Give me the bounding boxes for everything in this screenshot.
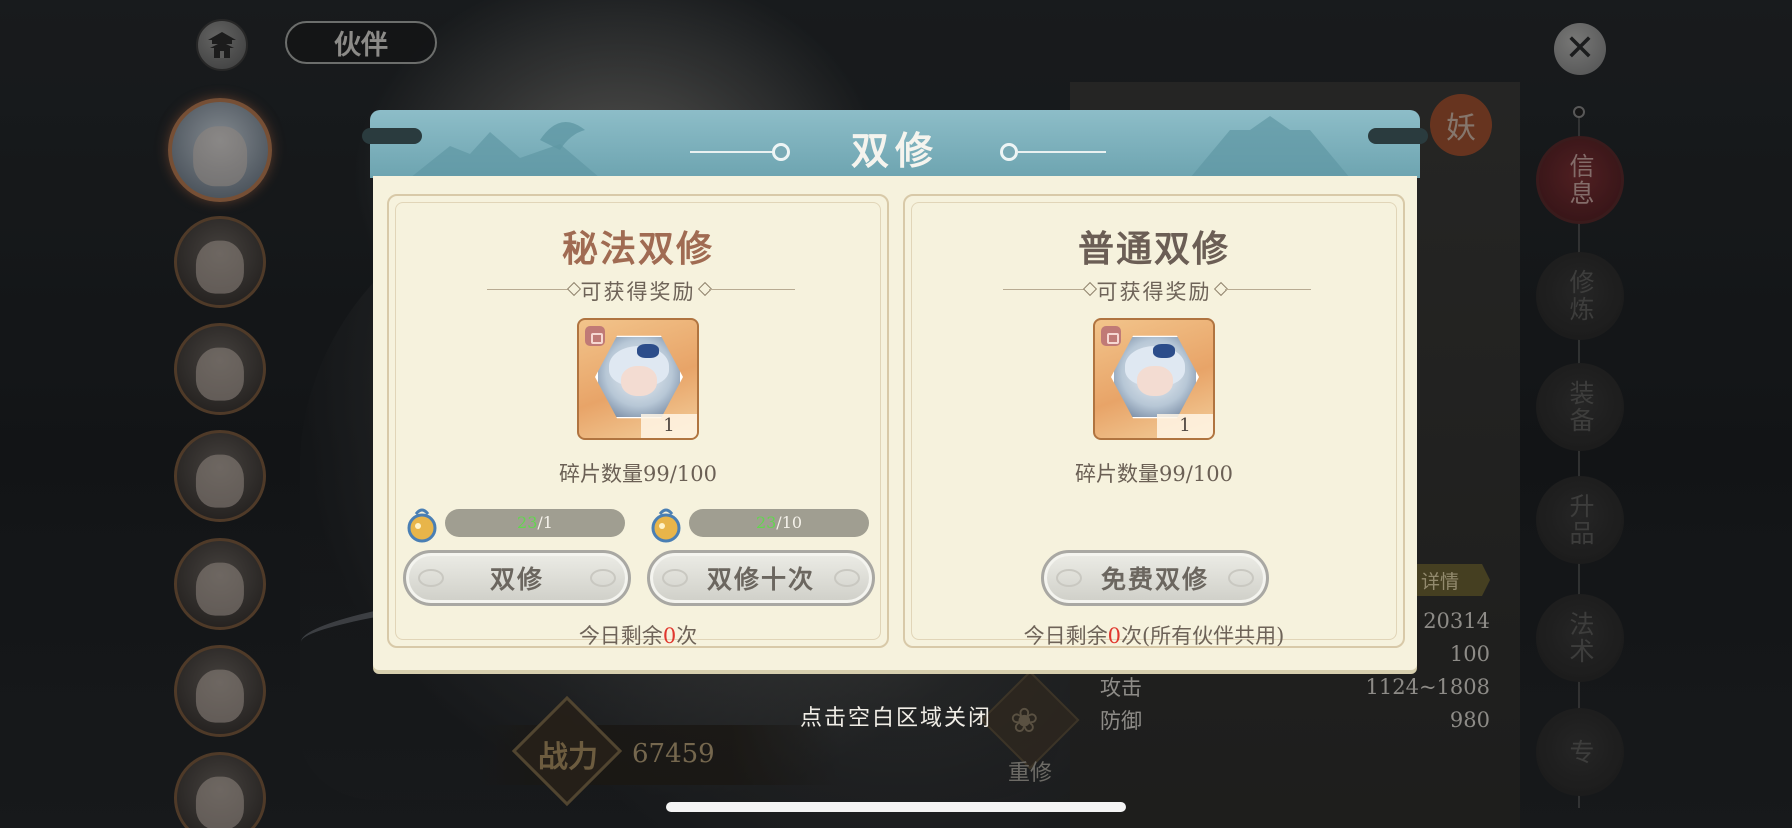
portrait-bow xyxy=(1153,344,1175,358)
fragment-count: 碎片数量99/100 xyxy=(1075,462,1233,486)
home-indicator-bar[interactable] xyxy=(666,802,1126,812)
cost-need: /1 xyxy=(537,513,553,532)
portrait-face xyxy=(621,366,657,396)
fragment-count: 碎片数量99/100 xyxy=(559,462,717,486)
dialog-title: 双修 xyxy=(850,128,939,173)
cloud-swirl-icon xyxy=(834,569,860,587)
reward-label: 可获得奖励 xyxy=(580,280,696,304)
remain-prefix: 今日剩余 xyxy=(578,624,663,648)
secret-card-title: 秘法双修 xyxy=(561,228,714,270)
button-label: 双修十次 xyxy=(706,565,815,594)
lock-icon xyxy=(1101,326,1121,346)
cost-have: 23 xyxy=(755,513,777,532)
remain-count: 0 xyxy=(662,624,677,648)
dialog-body: 秘法双修 可获得奖励 1 碎片数量99/100 23/1 23/10 双修 双修… xyxy=(373,176,1417,670)
remaining-attempts: 今日剩余0次 xyxy=(389,620,887,650)
dual-cultivate-ten-button[interactable]: 双修十次 xyxy=(647,550,875,606)
remain-count: 0 xyxy=(1107,624,1121,648)
free-dual-cultivate-button[interactable]: 免费双修 xyxy=(1041,550,1269,606)
remain-suffix: 次(所有伙伴共用) xyxy=(1120,624,1285,648)
cloud-swirl-icon xyxy=(662,569,688,587)
dialog-header: 双修 xyxy=(370,110,1420,178)
scroll-end-right xyxy=(1368,128,1428,144)
button-label: 双修 xyxy=(489,565,544,594)
portrait-face xyxy=(1137,366,1173,396)
secret-cultivation-card: 秘法双修 可获得奖励 1 碎片数量99/100 23/1 23/10 双修 双修… xyxy=(387,194,889,648)
cost-need: /10 xyxy=(776,513,803,532)
cost-bar-ten: 23/10 xyxy=(689,509,869,537)
scroll-end-left xyxy=(362,128,422,144)
item-count: 1 xyxy=(1157,414,1213,438)
spirit-flask-icon xyxy=(651,508,681,543)
reward-item[interactable]: 1 xyxy=(577,318,699,440)
remaining-attempts: 今日剩余0次(所有伙伴共用) xyxy=(905,620,1403,650)
button-label: 免费双修 xyxy=(1100,565,1209,594)
reward-item[interactable]: 1 xyxy=(1093,318,1215,440)
reward-divider xyxy=(1225,289,1311,290)
cloud-swirl-icon xyxy=(418,569,444,587)
remain-prefix: 今日剩余 xyxy=(1023,624,1108,648)
lock-icon xyxy=(585,326,605,346)
tap-to-close-hint: 点击空白区域关闭 xyxy=(799,706,992,731)
item-count: 1 xyxy=(641,414,697,438)
cost-have: 23 xyxy=(517,513,538,532)
spirit-flask-icon xyxy=(407,508,437,543)
reward-label: 可获得奖励 xyxy=(1096,280,1212,304)
normal-card-title: 普通双修 xyxy=(1077,228,1230,270)
normal-cultivation-card: 普通双修 可获得奖励 1 碎片数量99/100 免费双修 今日剩余0次(所有伙伴… xyxy=(903,194,1405,648)
cost-bar-once: 23/1 xyxy=(445,509,625,537)
cloud-swirl-icon xyxy=(1056,569,1082,587)
remain-suffix: 次 xyxy=(676,624,698,648)
portrait-bow xyxy=(637,344,659,358)
dual-cultivation-dialog: 双修 秘法双修 可获得奖励 1 碎片数量99/100 23/1 23/10 双修… xyxy=(362,110,1428,670)
reward-divider xyxy=(709,289,795,290)
cloud-swirl-icon xyxy=(590,569,616,587)
dual-cultivate-once-button[interactable]: 双修 xyxy=(403,550,631,606)
cloud-swirl-icon xyxy=(1228,569,1254,587)
